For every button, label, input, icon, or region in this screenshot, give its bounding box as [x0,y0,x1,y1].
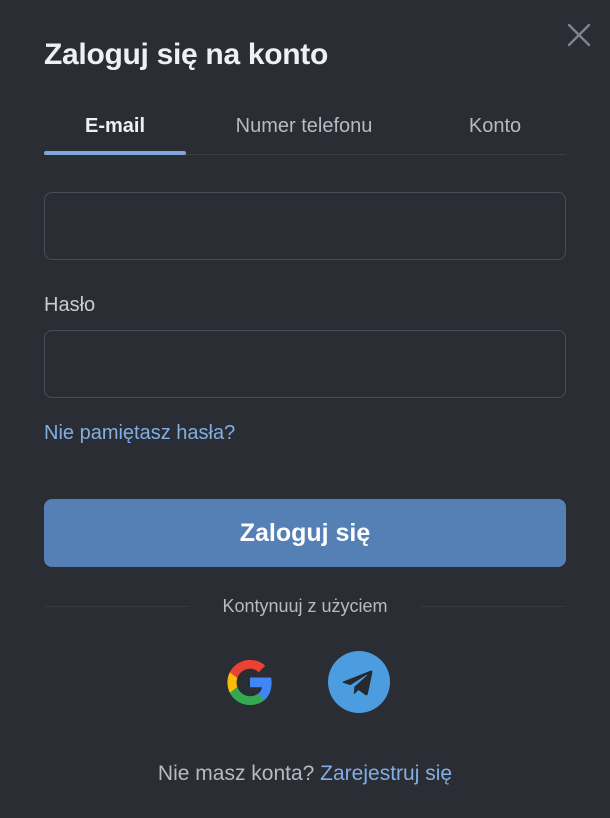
close-icon [567,23,591,47]
password-label: Hasło [44,294,96,316]
signup-link[interactable]: Zarejestruj się [320,762,452,785]
password-input[interactable] [45,331,565,397]
tab-account[interactable]: Konto [436,104,554,152]
signup-prompt: Nie masz konta? Zarejestruj się [0,762,610,786]
active-tab-indicator [44,151,186,155]
login-method-tabs: E-mail Numer telefonu Konto [44,104,566,155]
telegram-icon [328,651,390,713]
telegram-login-button[interactable] [328,651,390,713]
tab-email[interactable]: E-mail [44,104,186,152]
google-login-button[interactable] [219,651,281,713]
signup-prompt-text: Nie masz konta? [157,762,315,785]
dialog-title: Zaloguj się na konto [44,38,329,71]
password-field[interactable] [44,330,566,398]
forgot-password-link[interactable]: Nie pamiętasz hasła? [44,422,235,445]
email-field[interactable] [44,192,566,260]
divider-line-right [420,606,566,607]
tab-phone-number[interactable]: Numer telefonu [206,104,402,152]
close-button[interactable] [566,22,592,48]
login-button[interactable]: Zaloguj się [44,499,566,567]
google-icon [227,660,272,705]
email-input[interactable] [45,193,565,259]
